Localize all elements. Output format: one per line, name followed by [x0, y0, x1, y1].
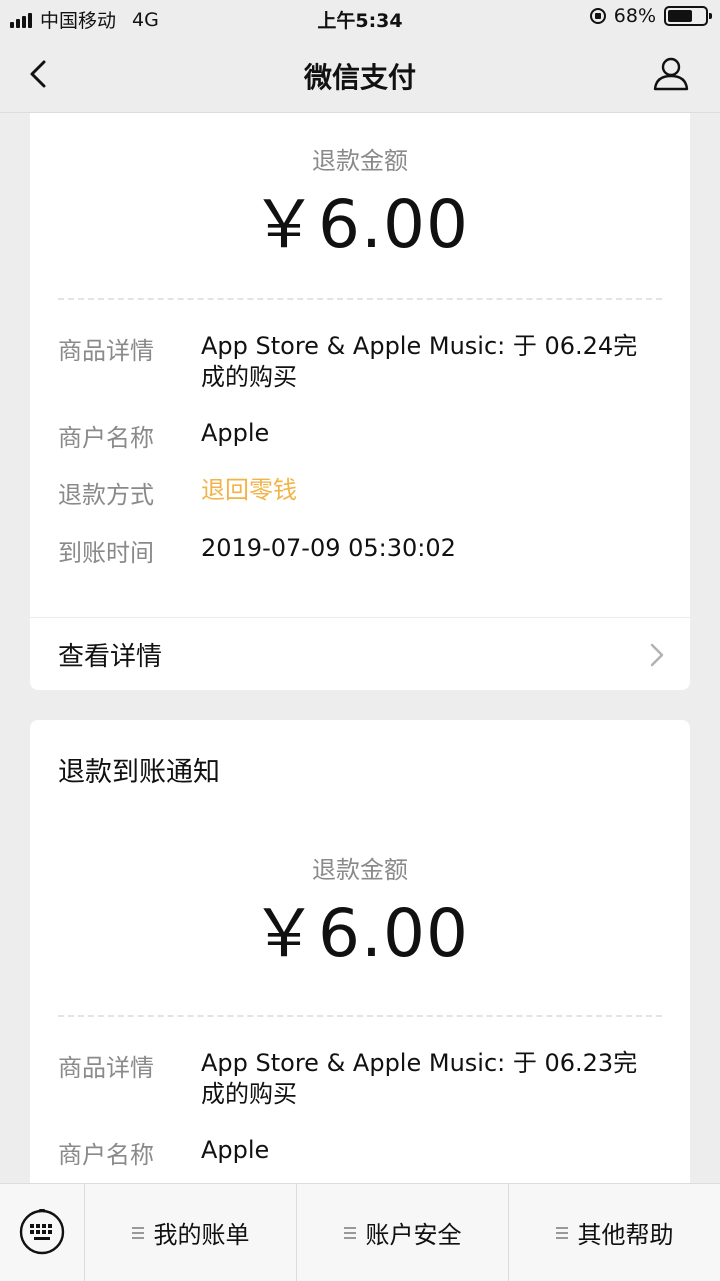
chevron-right-icon — [650, 643, 664, 667]
view-details-link[interactable]: 查看详情 — [30, 618, 690, 690]
row-label: 商品详情 — [58, 1054, 154, 1082]
amount-value: ￥6.00 — [251, 186, 469, 263]
row-value: App Store & Apple Music: 于 06.24完成的购买 — [201, 332, 638, 391]
user-icon[interactable] — [652, 54, 690, 92]
status-right: 68% — [589, 5, 712, 27]
dashed-divider — [58, 1015, 662, 1017]
row-label: 退款方式 — [58, 481, 154, 509]
refund-notice-card: 退款到账通知 退款金额 ￥6.00 商品详情 App Store & Apple… — [30, 720, 690, 1183]
row-label: 商户名称 — [58, 1141, 154, 1169]
menu-label: 我的账单 — [153, 1221, 250, 1249]
menu-label: 账户安全 — [365, 1221, 462, 1249]
menu-lines-icon — [555, 1226, 568, 1240]
refund-card: 退款金额 ￥6.00 商品详情 App Store & Apple Music:… — [30, 113, 690, 690]
row-value: 2019-07-09 05:30:02 — [201, 534, 456, 562]
menu-label: 其他帮助 — [577, 1221, 674, 1249]
menu-lines-icon — [131, 1226, 144, 1240]
keyboard-toggle[interactable] — [0, 1184, 85, 1281]
row-label: 商户名称 — [58, 424, 154, 452]
amount-value: ￥6.00 — [251, 895, 469, 972]
menu-account-security[interactable]: 账户安全 — [297, 1184, 509, 1281]
page-title: 微信支付 — [303, 61, 416, 94]
row-label: 商品详情 — [58, 337, 154, 365]
dashed-divider — [58, 298, 662, 300]
bottom-menu-bar: 我的账单 账户安全 其他帮助 — [0, 1183, 720, 1281]
row-label: 到账时间 — [58, 539, 154, 567]
status-bar: 中国移动 4G 上午5:34 68% — [0, 0, 720, 36]
view-details-label: 查看详情 — [58, 642, 163, 672]
row-value: Apple — [201, 419, 270, 447]
battery-icon — [664, 6, 712, 26]
row-value: App Store & Apple Music: 于 06.23完成的购买 — [201, 1049, 638, 1108]
message-list[interactable]: 退款金额 ￥6.00 商品详情 App Store & Apple Music:… — [0, 113, 720, 1183]
nav-bar: 微信支付 — [0, 36, 720, 113]
row-value: 退回零钱 — [201, 476, 297, 504]
menu-other-help[interactable]: 其他帮助 — [509, 1184, 720, 1281]
battery-percent: 68% — [613, 5, 656, 27]
card-title: 退款到账通知 — [58, 757, 220, 788]
battery-fill — [668, 10, 693, 22]
rotation-lock-icon — [589, 8, 606, 24]
keyboard-icon — [19, 1209, 65, 1255]
menu-lines-icon — [343, 1226, 356, 1240]
menu-my-bills[interactable]: 我的账单 — [85, 1184, 297, 1281]
row-value: Apple — [201, 1136, 270, 1164]
